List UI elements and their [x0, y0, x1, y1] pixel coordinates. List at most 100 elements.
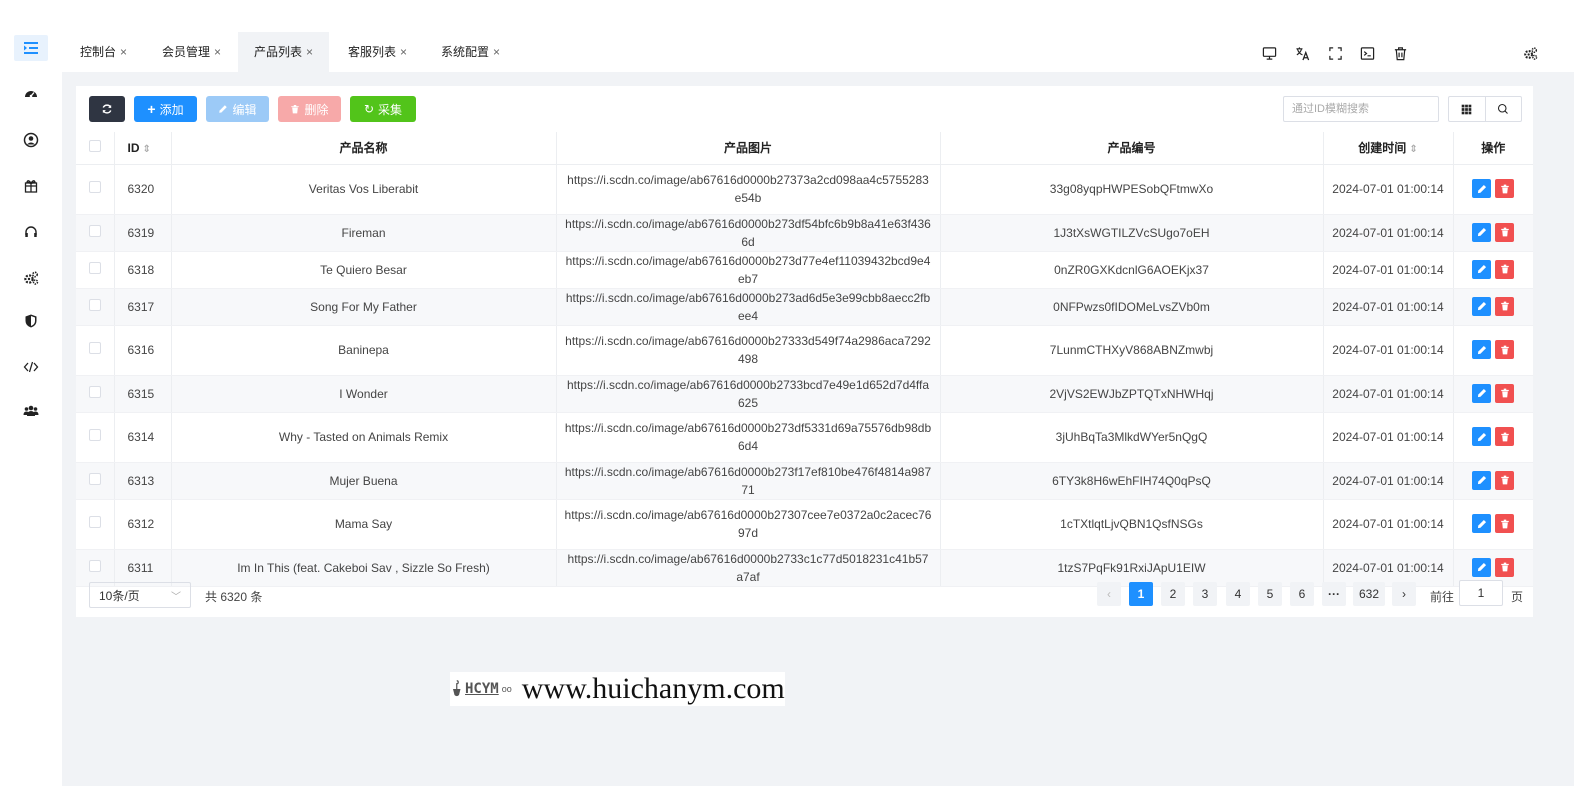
tab-products[interactable]: 产品列表 ×	[238, 32, 330, 72]
pencil-icon	[1477, 563, 1486, 572]
cell-id: 6315	[114, 375, 172, 413]
row-edit-button[interactable]	[1472, 383, 1492, 403]
delete-button[interactable]: 删除	[278, 96, 341, 122]
row-checkbox[interactable]	[76, 412, 115, 463]
cell-image-url: https://i.scdn.co/image/ab67616d0000b273…	[556, 462, 941, 500]
cell-code: 6TY3k8H6wEhFIH74Q0qPsQ	[940, 462, 1324, 500]
row-checkbox[interactable]	[76, 214, 115, 252]
sort-icon[interactable]: ⇕	[1409, 144, 1417, 155]
row-checkbox[interactable]	[76, 375, 115, 413]
page-2-button[interactable]: 2	[1161, 582, 1185, 606]
cell-name: Song For My Father	[171, 288, 557, 326]
watermark-dots: oo	[501, 684, 512, 694]
row-edit-button[interactable]	[1472, 557, 1492, 577]
row-edit-button[interactable]	[1472, 470, 1492, 490]
row-edit-button[interactable]	[1472, 259, 1492, 279]
menu-toggle-icon[interactable]	[14, 35, 48, 61]
id-column-header[interactable]: ID ⇕	[114, 132, 172, 165]
cell-id: 6317	[114, 288, 172, 326]
cell-ops	[1453, 375, 1533, 413]
row-delete-button[interactable]	[1495, 259, 1515, 279]
gears-icon[interactable]	[14, 265, 48, 291]
search-icon[interactable]	[1486, 97, 1522, 121]
users-icon[interactable]	[14, 398, 48, 424]
sort-icon[interactable]: ⇕	[143, 144, 151, 155]
close-icon[interactable]: ×	[214, 45, 221, 59]
row-checkbox[interactable]	[76, 288, 115, 326]
row-delete-button[interactable]	[1495, 427, 1515, 447]
shield-icon[interactable]	[14, 308, 48, 334]
table-row: 6317 Song For My Father https://i.scdn.co/…	[76, 288, 1533, 326]
row-edit-button[interactable]	[1472, 222, 1492, 242]
row-delete-button[interactable]	[1495, 383, 1515, 403]
dashboard-icon[interactable]	[14, 81, 48, 107]
page-6-button[interactable]: 6	[1290, 582, 1314, 606]
tab-members[interactable]: 会员管理 ×	[146, 32, 237, 72]
more-pages-button[interactable]: ···	[1322, 582, 1346, 606]
close-icon[interactable]: ×	[400, 45, 407, 59]
tab-settings[interactable]: 系统配置 ×	[425, 32, 516, 72]
refresh-button[interactable]	[89, 96, 125, 122]
row-delete-button[interactable]	[1495, 514, 1515, 534]
row-delete-button[interactable]	[1495, 179, 1515, 199]
search-input[interactable]	[1283, 96, 1439, 122]
row-edit-button[interactable]	[1472, 514, 1492, 534]
trash-icon[interactable]	[1391, 44, 1409, 62]
trash-icon	[1501, 227, 1509, 237]
fullscreen-icon[interactable]	[1326, 44, 1344, 62]
prev-page-button[interactable]: ‹	[1097, 582, 1121, 606]
monitor-icon[interactable]	[1260, 44, 1278, 62]
headset-icon[interactable]	[14, 219, 48, 245]
row-edit-button[interactable]	[1472, 427, 1492, 447]
cell-name: Im In This (feat. Cakeboi Sav , Sizzle S…	[171, 549, 557, 587]
close-icon[interactable]: ×	[120, 45, 127, 59]
grid-view-icon[interactable]	[1449, 97, 1486, 121]
row-checkbox[interactable]	[76, 325, 115, 376]
next-page-button[interactable]: ›	[1392, 582, 1416, 606]
row-checkbox[interactable]	[76, 462, 115, 500]
created-column-header[interactable]: 创建时间 ⇕	[1323, 132, 1454, 165]
page-3-button[interactable]: 3	[1193, 582, 1217, 606]
row-edit-button[interactable]	[1472, 340, 1492, 360]
row-checkbox[interactable]	[76, 549, 115, 587]
last-page-button[interactable]: 632	[1353, 582, 1385, 606]
row-delete-button[interactable]	[1495, 557, 1515, 577]
terminal-icon[interactable]	[1358, 44, 1376, 62]
close-icon[interactable]: ×	[306, 45, 313, 59]
table-row: 6319 Fireman https://i.scdn.co/image/ab676…	[76, 214, 1533, 252]
row-delete-button[interactable]	[1495, 222, 1515, 242]
table-row: 6313 Mujer Buena https://i.scdn.co/image/a…	[76, 462, 1533, 500]
close-icon[interactable]: ×	[493, 45, 500, 59]
code-icon[interactable]	[14, 354, 48, 380]
row-delete-button[interactable]	[1495, 296, 1515, 316]
tab-support[interactable]: 客服列表 ×	[332, 32, 423, 72]
cell-image-url: https://i.scdn.co/image/ab67616d0000b273…	[556, 214, 941, 252]
edit-button[interactable]: 编辑	[206, 96, 269, 122]
cell-ops	[1453, 412, 1533, 463]
tab-dashboard[interactable]: 控制台 ×	[64, 32, 143, 72]
row-delete-button[interactable]	[1495, 470, 1515, 490]
page-1-button[interactable]: 1	[1129, 582, 1153, 606]
gears-icon[interactable]	[1521, 44, 1539, 62]
cell-id: 6311	[114, 549, 172, 587]
row-edit-button[interactable]	[1472, 296, 1492, 316]
table-row: 6320 Veritas Vos Liberabit https://i.scdn.…	[76, 164, 1533, 215]
select-all-checkbox[interactable]	[76, 132, 115, 165]
page-5-button[interactable]: 5	[1258, 582, 1282, 606]
row-checkbox[interactable]	[76, 499, 115, 550]
row-delete-button[interactable]	[1495, 340, 1515, 360]
pencil-icon	[1477, 228, 1486, 237]
collect-button[interactable]: ↻ 采集	[350, 96, 416, 122]
page-size-select[interactable]: 10条/页 ﹀	[89, 582, 191, 608]
cell-created: 2024-07-01 01:00:14	[1323, 549, 1454, 587]
row-checkbox[interactable]	[76, 164, 115, 215]
add-button[interactable]: + 添加	[134, 96, 197, 122]
table-row: 6311 Im In This (feat. Cakeboi Sav , Sizz…	[76, 549, 1533, 587]
page-4-button[interactable]: 4	[1226, 582, 1250, 606]
translate-icon[interactable]	[1293, 44, 1311, 62]
row-checkbox[interactable]	[76, 251, 115, 289]
row-edit-button[interactable]	[1472, 179, 1492, 199]
user-circle-icon[interactable]	[14, 127, 48, 153]
gift-icon[interactable]	[14, 173, 48, 199]
goto-page-input[interactable]	[1459, 580, 1503, 606]
